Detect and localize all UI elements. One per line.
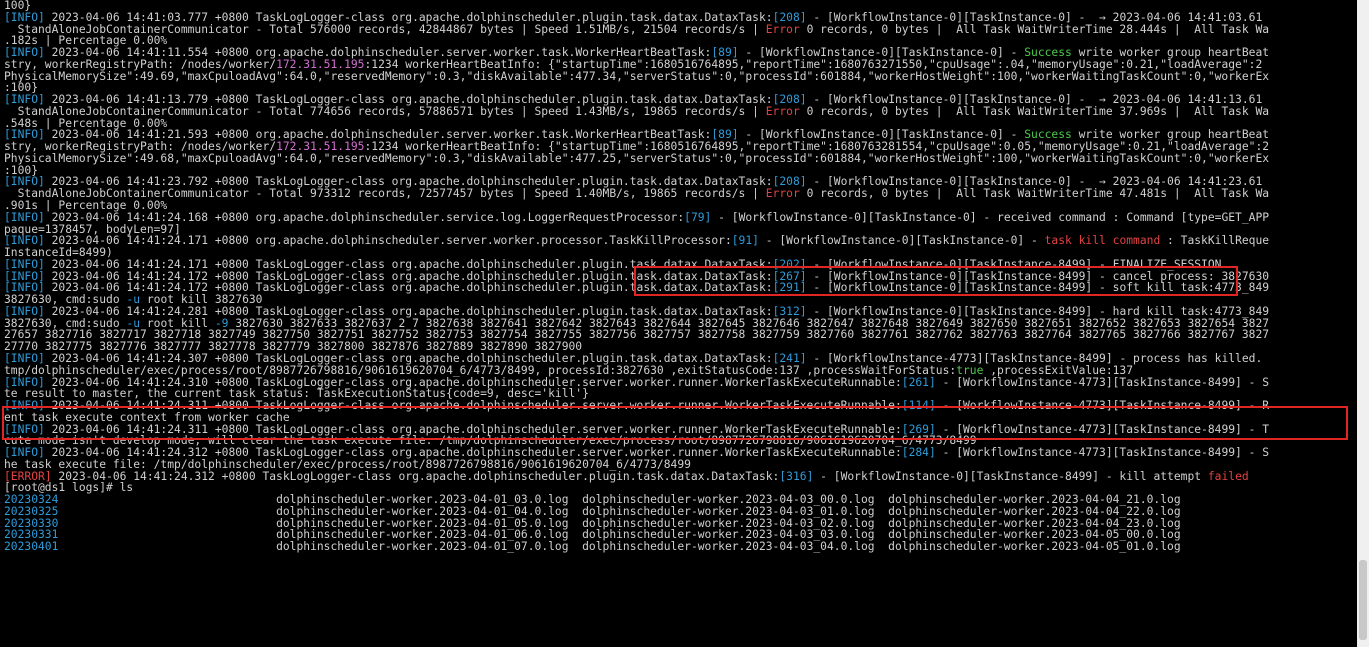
log-line: 20230401 dolphinscheduler-worker.2023-04… xyxy=(0,541,1357,553)
log-text: failed xyxy=(1207,469,1249,483)
log-text: 0 records, 0 bytes | All Task WaitWriter… xyxy=(799,22,1270,36)
log-text: : TaskKillReque xyxy=(1160,234,1270,248)
terminal-scrollbar[interactable] xyxy=(1357,0,1369,647)
log-line: PhysicalMemorySize":49.68,"maxCpuloadAvg… xyxy=(0,153,1357,165)
log-text: [316] xyxy=(779,469,814,483)
log-line: StandAloneJobContainerCommunicator - Tot… xyxy=(0,22,1357,36)
log-line: StandAloneJobContainerCommunicator - Tot… xyxy=(0,188,1357,200)
log-text: dolphinscheduler-worker.2023-04-01_07.0.… xyxy=(58,540,1181,554)
log-text: - [WorkflowInstance-0][TaskInstance-0] - xyxy=(758,234,1045,248)
scrollbar-thumb[interactable] xyxy=(1359,560,1367,640)
log-line: PhysicalMemorySize":49.69,"maxCpuloadAvg… xyxy=(0,69,1357,83)
highlight-box-task-kill xyxy=(634,266,1238,296)
log-text: 20230401 xyxy=(4,540,59,554)
log-text: Error xyxy=(765,22,800,36)
log-line: StandAloneJobContainerCommunicator - Tot… xyxy=(0,106,1357,118)
terminal-window[interactable]: 100} [INFO] 2023-04-06 14:41:03.777 +0800… xyxy=(0,0,1357,647)
log-text: - [WorkflowInstance-0][TaskInstance-8499… xyxy=(813,469,1208,483)
log-text: - [WorkflowInstance-4773][TaskInstance-8… xyxy=(935,446,1270,460)
log-line: [ERROR] 2023-04-06 14:41:24.312 +0800 Ta… xyxy=(0,469,1357,483)
highlight-box-process-killed xyxy=(2,406,1348,440)
log-line: [INFO] 2023-04-06 14:41:24.168 +0800 org… xyxy=(0,210,1357,224)
log-text: 2023-04-06 14:41:24.171 +0800 org.apache… xyxy=(44,234,732,248)
log-text: 0 records, 0 bytes | All Task WaitWriter… xyxy=(799,104,1270,118)
log-text: 0 records, 0 bytes | All Task WaitWriter… xyxy=(799,187,1270,201)
log-text: [284] xyxy=(901,446,936,460)
log-line: [INFO] 2023-04-06 14:41:24.171 +0800 org… xyxy=(0,235,1357,247)
log-text: 2023-04-06 14:41:24.312 +0800 TaskLogLog… xyxy=(51,469,780,483)
log-text: task kill command xyxy=(1044,234,1161,248)
log-text: [79] xyxy=(684,210,712,224)
log-text: [261] xyxy=(901,375,936,389)
log-text: [91] xyxy=(731,234,759,248)
log-text: Error xyxy=(765,187,800,201)
log-text: - [WorkflowInstance-0][TaskInstance-0] -… xyxy=(711,210,1270,224)
log-text: Error xyxy=(765,104,800,118)
log-text: PhysicalMemorySize":49.68,"maxCpuloadAvg… xyxy=(4,151,1270,165)
log-text: - [WorkflowInstance-4773][TaskInstance-8… xyxy=(935,375,1270,389)
log-text: PhysicalMemorySize":49.69,"maxCpuloadAvg… xyxy=(4,69,1270,83)
